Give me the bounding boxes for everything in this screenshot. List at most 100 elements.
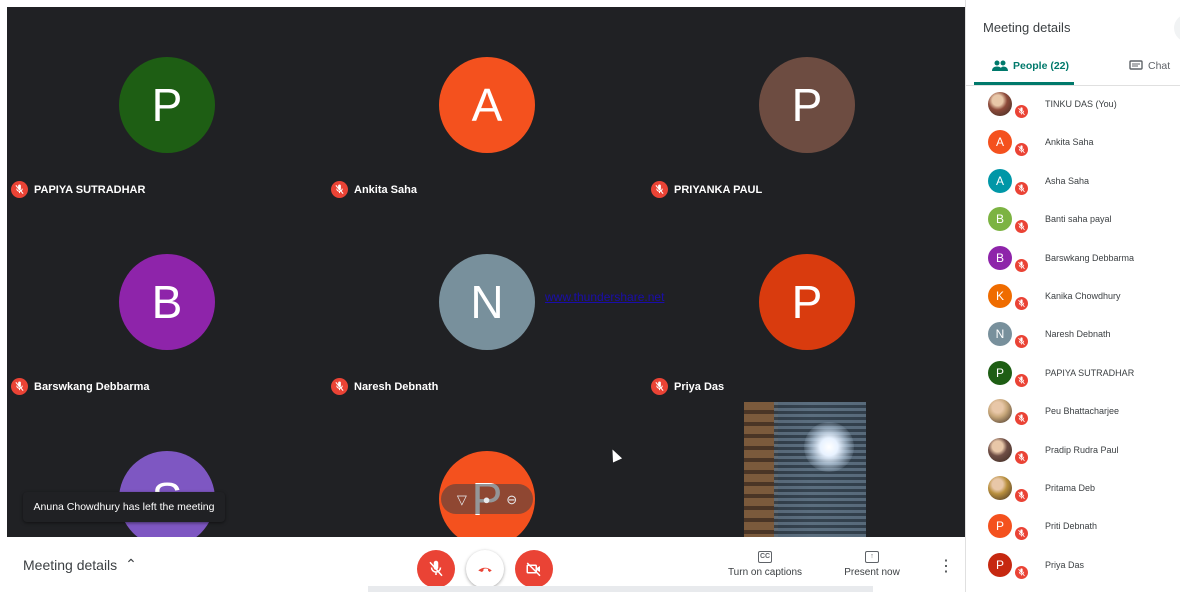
participant-name: Ankita Saha	[354, 183, 417, 196]
mic-off-icon	[1014, 257, 1029, 273]
participant-avatar: P	[759, 57, 855, 153]
remove-participant-icon[interactable]: ⊖	[506, 493, 517, 506]
participant-name-tag: Barswkang Debbarma	[11, 378, 150, 395]
mic-off-icon	[1014, 104, 1029, 119]
participant-tile[interactable]: B Barswkang Debbarma	[7, 204, 326, 401]
present-label: Present now	[844, 567, 900, 578]
participant-name-tag: Naresh Debnath	[331, 378, 438, 395]
chat-icon	[1129, 60, 1143, 70]
mute-participant-icon[interactable]: ●	[483, 493, 491, 506]
camera-toggle-button[interactable]	[515, 550, 553, 588]
present-now-button[interactable]: ↑ Present now	[827, 551, 917, 578]
participant-list-item[interactable]: P Priya Das	[966, 547, 1180, 585]
mic-off-icon	[1014, 526, 1029, 542]
mic-off-icon	[1014, 564, 1029, 580]
participant-name-tag: Ankita Saha	[331, 181, 417, 198]
participant-name: Naresh Debnath	[354, 380, 439, 393]
participant-name: Banti saha payal	[1045, 214, 1112, 225]
participant-list-item[interactable]: P PAPIYA SUTRADHAR	[966, 355, 1180, 393]
mic-off-icon	[331, 181, 348, 198]
mic-off-icon	[651, 378, 668, 395]
participant-list-item[interactable]: B Banti saha payal	[966, 201, 1180, 239]
participant-name-tag: PAPIYA SUTRADHAR	[11, 181, 145, 198]
participant-list-item[interactable]: TINKU DAS (You)	[966, 86, 1180, 124]
close-panel-button[interactable]	[1174, 14, 1180, 42]
video-grid: P PAPIYA SUTRADHAR A Ankita Saha P PRIYANKA P…	[7, 7, 965, 537]
participant-name: PAPIYA SUTRADHAR	[1045, 367, 1135, 378]
tab-chat-label: Chat	[1148, 60, 1171, 72]
meeting-details-button[interactable]: Meeting details ⌃	[23, 556, 137, 573]
participant-tile[interactable]: A Ankita Saha	[327, 7, 646, 204]
mic-off-icon	[1014, 487, 1029, 503]
mic-off-icon	[1014, 180, 1029, 196]
participant-name: Priya Das	[1045, 559, 1085, 570]
captions-label: Turn on captions	[727, 567, 803, 578]
participant-avatar: B	[988, 207, 1012, 232]
participant-list-item[interactable]: B Barswkang Debbarma	[966, 240, 1180, 278]
self-view-shelf	[744, 402, 778, 537]
bottom-control-bar: Meeting details ⌃ CC Turn on captions ↑ …	[7, 537, 965, 592]
participant-list-item[interactable]: N Naresh Debnath	[966, 316, 1180, 354]
notification-toast: Anuna Chowdhury has left the meeting	[23, 492, 225, 522]
participant-name: PRIYANKA PAUL	[674, 183, 763, 196]
bottom-scroll-strip	[368, 586, 873, 592]
panel-title: Meeting details	[983, 20, 1071, 35]
meeting-details-panel: Meeting details People (22) Chat TINKU D…	[965, 0, 1180, 592]
participant-tile[interactable]: P Priya Das	[647, 204, 965, 401]
leave-call-button[interactable]	[466, 550, 504, 588]
participant-name: Pritama Deb	[1045, 482, 1096, 493]
self-view-light	[804, 422, 854, 472]
participant-list-item[interactable]: P Priti Debnath	[966, 508, 1180, 546]
participant-tile[interactable]: P PRIYANKA PAUL	[647, 7, 965, 204]
participant-list-item[interactable]: K Kanika Chowdhury	[966, 278, 1180, 316]
participant-name: Priya Das	[674, 380, 725, 393]
participant-tile[interactable]: P PAPIYA SUTRADHAR	[7, 7, 326, 204]
mic-off-icon	[1014, 295, 1029, 311]
participant-list-item[interactable]: Pradip Rudra Paul	[966, 432, 1180, 470]
participant-name: TINKU DAS (You)	[1045, 99, 1117, 109]
people-icon	[992, 60, 1008, 71]
tile-hover-controls: ▽ ● ⊖	[441, 484, 533, 514]
participant-avatar: A	[439, 57, 535, 153]
mic-off-icon	[429, 560, 443, 577]
participant-name: Ankita Saha	[1045, 137, 1094, 148]
watermark-link: www.thundershare.net	[545, 290, 665, 304]
mic-off-icon	[1014, 219, 1029, 235]
self-view-video[interactable]	[744, 402, 866, 537]
mic-off-icon	[1014, 449, 1029, 465]
participant-avatar: A	[988, 168, 1012, 193]
participant-avatar: B	[988, 245, 1012, 270]
chevron-up-icon: ⌃	[125, 556, 137, 572]
participant-list-item[interactable]: Pritama Deb	[966, 470, 1180, 508]
participant-avatar	[988, 92, 1012, 116]
participant-list-item[interactable]: A Ankita Saha	[966, 124, 1180, 162]
mic-off-icon	[11, 181, 28, 198]
turn-on-captions-button[interactable]: CC Turn on captions	[720, 551, 810, 578]
mic-off-icon	[1014, 334, 1029, 350]
participant-avatar: P	[759, 254, 855, 350]
participant-avatar	[988, 399, 1012, 424]
participant-tile[interactable]: P	[327, 401, 646, 537]
participant-avatar: N	[988, 322, 1012, 347]
participant-list-item[interactable]: Peu Bhattacharjee	[966, 393, 1180, 431]
mic-off-icon	[11, 378, 28, 395]
participant-name: Priti Debnath	[1045, 521, 1098, 532]
pin-icon[interactable]: ▽	[457, 493, 467, 506]
tab-people-label: People (22)	[1013, 60, 1070, 72]
participant-name: Barswkang Debbarma	[34, 380, 150, 393]
more-options-icon[interactable]: ⋮	[938, 559, 954, 575]
participant-list-item[interactable]: A Asha Saha	[966, 163, 1180, 201]
participant-name: Barswkang Debbarma	[1045, 252, 1135, 263]
mic-off-icon	[1014, 372, 1029, 388]
participant-name-tag: PRIYANKA PAUL	[651, 181, 762, 198]
microphone-toggle-button[interactable]	[417, 550, 455, 588]
participant-name: Peu Bhattacharjee	[1045, 406, 1120, 417]
tab-chat[interactable]: Chat	[1129, 60, 1170, 72]
participant-avatar: P	[988, 360, 1012, 385]
participant-name-tag: Priya Das	[651, 378, 724, 395]
participant-avatar: P	[119, 57, 215, 153]
participant-name: Naresh Debnath	[1045, 329, 1111, 340]
mic-off-icon	[1014, 142, 1029, 158]
participant-avatar: N	[439, 254, 535, 350]
tab-people[interactable]: People (22)	[992, 60, 1069, 72]
